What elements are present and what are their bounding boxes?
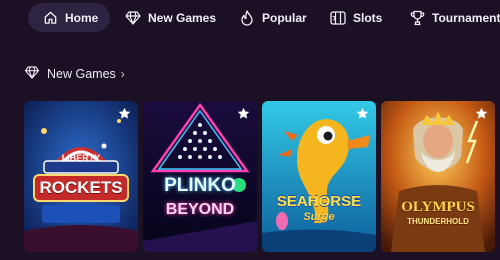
game-title-line2: Surge (303, 211, 335, 223)
nav-slots[interactable]: 7 Slots (330, 3, 382, 32)
favorite-star-icon[interactable] (475, 107, 488, 120)
nav-home[interactable]: Home (28, 3, 110, 32)
game-title-line1: OLYMPUS (401, 199, 475, 215)
game-thumbnail-image (381, 101, 495, 252)
game-title-line2: ROCKETS (39, 178, 123, 197)
nav-popular-label: Popular (262, 10, 307, 25)
game-title-line1: LIBERTY (61, 153, 101, 163)
game-card-plinko-beyond[interactable]: PLINKO BEYOND (143, 101, 257, 252)
home-icon (43, 10, 58, 25)
nav-slots-label: Slots (353, 10, 383, 25)
favorite-star-icon[interactable] (237, 107, 250, 120)
top-navigation: Home New Games Popular 7 Slots Tournamen… (0, 0, 500, 36)
game-card-liberty-rockets[interactable]: LIBERTY ROCKETS (24, 101, 138, 252)
game-thumbnail-image (24, 101, 138, 252)
game-thumbnail-image (262, 101, 376, 252)
favorite-star-icon[interactable] (356, 107, 369, 120)
game-title-line2: BEYOND (165, 201, 235, 218)
flame-icon (240, 9, 254, 26)
trophy-icon (410, 10, 425, 26)
diamond-icon (125, 10, 141, 25)
game-title-line1: SEAHORSE (276, 193, 362, 210)
nav-popular[interactable]: Popular (240, 3, 307, 32)
chevron-right-icon[interactable]: › (121, 67, 125, 81)
game-card-seahorse-surge[interactable]: SEAHORSE Surge (262, 101, 376, 252)
slots-icon: 7 (330, 10, 346, 25)
nav-new-games[interactable]: New Games (125, 3, 216, 32)
nav-tournaments[interactable]: Tournaments (410, 3, 500, 32)
nav-new-games-label: New Games (148, 10, 217, 25)
nav-tournaments-label: Tournaments (432, 10, 500, 25)
section-title: New Games (47, 67, 116, 81)
svg-text:7: 7 (332, 15, 336, 22)
nav-home-label: Home (65, 10, 99, 25)
diamond-icon (24, 66, 40, 82)
game-card-olympus-thunderhold[interactable]: OLYMPUS THUNDERHOLD (381, 101, 495, 252)
favorite-star-icon[interactable] (118, 107, 131, 120)
game-title-line1: PLINKO (164, 175, 236, 196)
section-header-new-games[interactable]: New Games › (24, 65, 125, 83)
game-title-line2: THUNDERHOLD (407, 217, 469, 226)
